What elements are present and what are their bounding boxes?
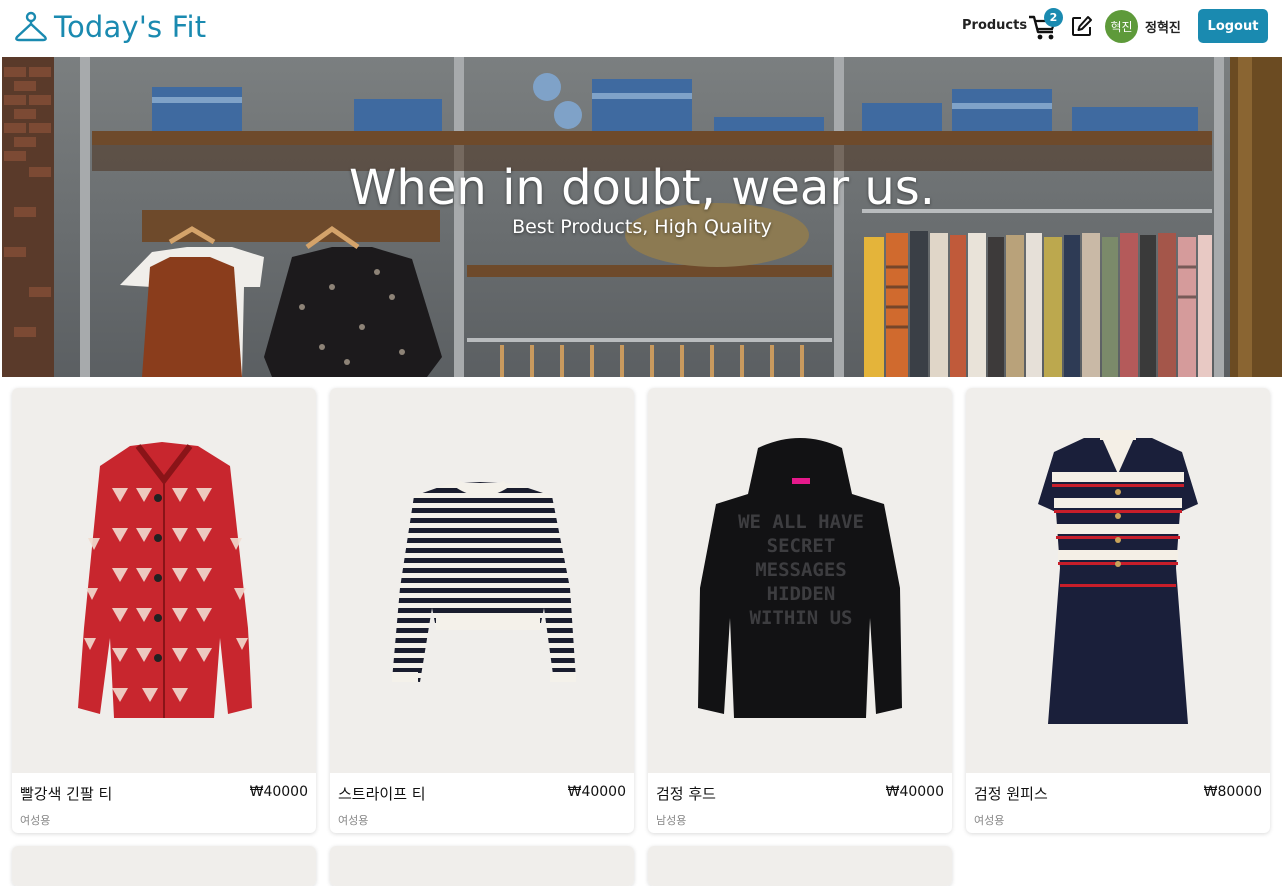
edit-icon: [1072, 16, 1092, 36]
hero-banner: When in doubt, wear us. Best Products, H…: [2, 57, 1282, 377]
striped-sweater-image: [392, 480, 576, 682]
product-price: ₩40000: [249, 784, 308, 800]
product-image: [648, 846, 952, 886]
black-dress-image: [1038, 430, 1198, 724]
product-image: [330, 388, 634, 773]
product-card-black-dress[interactable]: 검정 원피스 ₩80000 여성용: [966, 388, 1270, 833]
product-card-row2-3[interactable]: [648, 846, 952, 886]
product-image: [330, 846, 634, 886]
product-price: ₩40000: [885, 784, 944, 800]
logout-button[interactable]: Logout: [1198, 9, 1268, 43]
svg-text:MESSAGES: MESSAGES: [755, 559, 847, 581]
product-card-row2-2[interactable]: [330, 846, 634, 886]
product-name: 검정 후드: [656, 785, 716, 803]
product-image: WE ALL HAVE SECRET MESSAGES HIDDEN WITHI…: [648, 388, 952, 773]
product-name: 빨강색 긴팔 티: [20, 785, 113, 803]
product-category: 여성용: [974, 814, 1005, 827]
hanger-logo-icon: [15, 11, 47, 42]
product-name: 스트라이프 티: [338, 785, 426, 803]
product-card-striped-sweater[interactable]: 스트라이프 티 ₩40000 여성용: [330, 388, 634, 833]
cart-button[interactable]: 2: [1028, 8, 1063, 42]
product-category: 여성용: [338, 814, 369, 827]
product-price: ₩40000: [567, 784, 626, 800]
black-hoodie-image: WE ALL HAVE SECRET MESSAGES HIDDEN WITHI…: [698, 438, 902, 718]
red-jacket-image: [78, 442, 252, 718]
product-card-red-jacket[interactable]: 빨강색 긴팔 티 ₩40000 여성용: [12, 388, 316, 833]
svg-text:SECRET: SECRET: [767, 535, 836, 557]
logo-text: Today's Fit: [54, 10, 207, 44]
svg-text:WE ALL HAVE: WE ALL HAVE: [738, 511, 864, 533]
username-label[interactable]: 정혁진: [1145, 17, 1181, 36]
product-image: [12, 388, 316, 773]
cart-count-badge: 2: [1044, 8, 1063, 27]
logo-link[interactable]: Today's Fit: [14, 10, 206, 44]
product-image: [966, 388, 1270, 773]
product-image: [12, 846, 316, 886]
product-name: 검정 원피스: [974, 785, 1048, 803]
nav-products-link[interactable]: Products: [962, 18, 1027, 33]
product-category: 남성용: [656, 814, 687, 827]
product-category: 여성용: [20, 814, 51, 827]
svg-text:HIDDEN: HIDDEN: [767, 583, 836, 605]
user-avatar[interactable]: 혁진: [1105, 10, 1138, 43]
product-price: ₩80000: [1203, 784, 1262, 800]
write-button[interactable]: [1071, 15, 1093, 37]
top-navbar: Today's Fit Products 2 혁진 정혁진 Logout: [0, 0, 1286, 56]
hero-title: When in doubt, wear us.: [348, 160, 936, 216]
product-card-row2-1[interactable]: [12, 846, 316, 886]
product-card-black-hoodie[interactable]: WE ALL HAVE SECRET MESSAGES HIDDEN WITHI…: [648, 388, 952, 833]
hero-subtitle: Best Products, High Quality: [512, 216, 772, 238]
svg-text:WITHIN US: WITHIN US: [750, 607, 853, 629]
